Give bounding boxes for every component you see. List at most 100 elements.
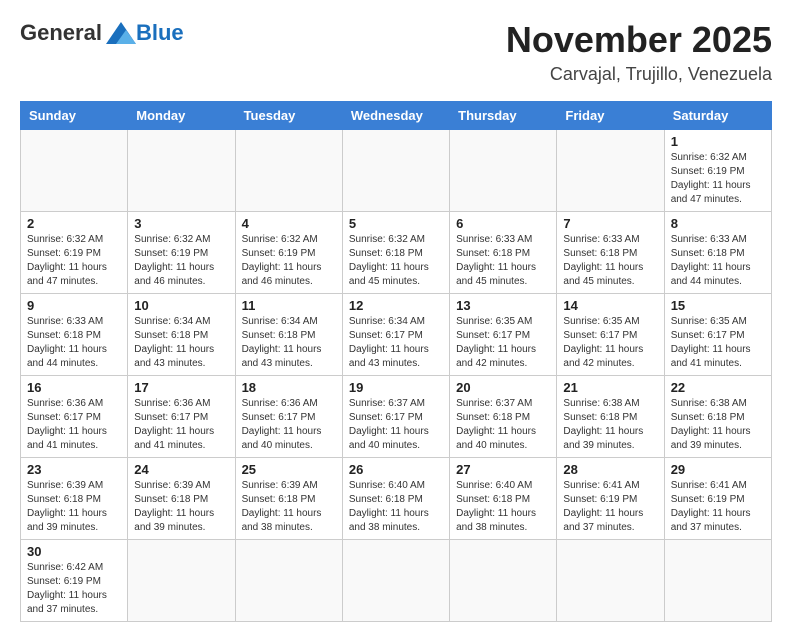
- calendar-cell: [128, 129, 235, 211]
- logo-blue-text: Blue: [136, 20, 184, 46]
- calendar-cell: 2Sunrise: 6:32 AM Sunset: 6:19 PM Daylig…: [21, 211, 128, 293]
- calendar-row-0: 1 Sunrise: 6:32 AM Sunset: 6:19 PM Daylig…: [21, 129, 772, 211]
- day-info: Sunrise: 6:39 AM Sunset: 6:18 PM Dayligh…: [27, 479, 121, 535]
- calendar-cell: 9Sunrise: 6:33 AM Sunset: 6:18 PM Daylig…: [21, 293, 128, 375]
- title-area: November 2025 Carvajal, Trujillo, Venezu…: [506, 20, 772, 85]
- day-info: Sunrise: 6:32 AM Sunset: 6:19 PM Dayligh…: [27, 233, 121, 289]
- day-number: 17: [134, 380, 228, 395]
- header-saturday: Saturday: [664, 101, 771, 129]
- day-info: Sunrise: 6:32 AM Sunset: 6:19 PM Dayligh…: [242, 233, 336, 289]
- day-number: 8: [671, 216, 765, 231]
- day-info: Sunrise: 6:36 AM Sunset: 6:17 PM Dayligh…: [27, 397, 121, 453]
- calendar-cell: 17 Sunrise: 6:36 AM Sunset: 6:17 PM Dayli…: [128, 375, 235, 457]
- calendar-cell: 22 Sunrise: 6:38 AM Sunset: 6:18 PM Dayli…: [664, 375, 771, 457]
- logo: General Blue: [20, 20, 184, 46]
- calendar-cell: 5Sunrise: 6:32 AM Sunset: 6:18 PM Daylig…: [342, 211, 449, 293]
- calendar-cell: 6Sunrise: 6:33 AM Sunset: 6:18 PM Daylig…: [450, 211, 557, 293]
- logo-general-text: General: [20, 20, 102, 46]
- day-number: 18: [242, 380, 336, 395]
- calendar-cell: 4 Sunrise: 6:32 AM Sunset: 6:19 PM Daylig…: [235, 211, 342, 293]
- day-info: Sunrise: 6:35 AM Sunset: 6:17 PM Dayligh…: [456, 315, 550, 371]
- header-thursday: Thursday: [450, 101, 557, 129]
- day-number: 11: [242, 298, 336, 313]
- day-number: 3: [134, 216, 228, 231]
- day-number: 7: [563, 216, 657, 231]
- day-number: 14: [563, 298, 657, 313]
- calendar-cell: 15 Sunrise: 6:35 AM Sunset: 6:17 PM Dayli…: [664, 293, 771, 375]
- header-tuesday: Tuesday: [235, 101, 342, 129]
- calendar-cell: 16 Sunrise: 6:36 AM Sunset: 6:17 PM Dayli…: [21, 375, 128, 457]
- day-info: Sunrise: 6:38 AM Sunset: 6:18 PM Dayligh…: [563, 397, 657, 453]
- calendar-row-4: 23 Sunrise: 6:39 AM Sunset: 6:18 PM Dayli…: [21, 457, 772, 539]
- day-info: Sunrise: 6:40 AM Sunset: 6:18 PM Dayligh…: [349, 479, 443, 535]
- day-info: Sunrise: 6:38 AM Sunset: 6:18 PM Dayligh…: [671, 397, 765, 453]
- day-info: Sunrise: 6:37 AM Sunset: 6:17 PM Dayligh…: [349, 397, 443, 453]
- day-number: 26: [349, 462, 443, 477]
- day-number: 29: [671, 462, 765, 477]
- day-info: Sunrise: 6:42 AM Sunset: 6:19 PM Dayligh…: [27, 561, 121, 617]
- day-number: 24: [134, 462, 228, 477]
- day-number: 12: [349, 298, 443, 313]
- day-info: Sunrise: 6:32 AM Sunset: 6:19 PM Dayligh…: [671, 151, 765, 207]
- day-info: Sunrise: 6:40 AM Sunset: 6:18 PM Dayligh…: [456, 479, 550, 535]
- calendar-table: Sunday Monday Tuesday Wednesday Thursday…: [20, 101, 772, 622]
- day-info: Sunrise: 6:39 AM Sunset: 6:18 PM Dayligh…: [134, 479, 228, 535]
- day-number: 1: [671, 134, 765, 149]
- weekday-header-row: Sunday Monday Tuesday Wednesday Thursday…: [21, 101, 772, 129]
- calendar-cell: 19 Sunrise: 6:37 AM Sunset: 6:17 PM Dayli…: [342, 375, 449, 457]
- day-number: 27: [456, 462, 550, 477]
- day-info: Sunrise: 6:32 AM Sunset: 6:18 PM Dayligh…: [349, 233, 443, 289]
- logo-area: General Blue: [20, 20, 184, 46]
- calendar-cell: 3 Sunrise: 6:32 AM Sunset: 6:19 PM Daylig…: [128, 211, 235, 293]
- day-number: 22: [671, 380, 765, 395]
- day-info: Sunrise: 6:35 AM Sunset: 6:17 PM Dayligh…: [671, 315, 765, 371]
- day-number: 15: [671, 298, 765, 313]
- calendar-cell: 20Sunrise: 6:37 AM Sunset: 6:18 PM Dayli…: [450, 375, 557, 457]
- header-wednesday: Wednesday: [342, 101, 449, 129]
- calendar-cell: 10Sunrise: 6:34 AM Sunset: 6:18 PM Dayli…: [128, 293, 235, 375]
- calendar-cell: 26 Sunrise: 6:40 AM Sunset: 6:18 PM Dayli…: [342, 457, 449, 539]
- day-number: 16: [27, 380, 121, 395]
- calendar-cell: [21, 129, 128, 211]
- calendar-cell: 28Sunrise: 6:41 AM Sunset: 6:19 PM Dayli…: [557, 457, 664, 539]
- calendar-row-5: 30 Sunrise: 6:42 AM Sunset: 6:19 PM Dayli…: [21, 539, 772, 621]
- calendar-cell: [557, 539, 664, 621]
- calendar-cell: [557, 129, 664, 211]
- location-title: Carvajal, Trujillo, Venezuela: [506, 64, 772, 85]
- calendar-cell: [128, 539, 235, 621]
- day-info: Sunrise: 6:39 AM Sunset: 6:18 PM Dayligh…: [242, 479, 336, 535]
- day-info: Sunrise: 6:34 AM Sunset: 6:17 PM Dayligh…: [349, 315, 443, 371]
- day-info: Sunrise: 6:33 AM Sunset: 6:18 PM Dayligh…: [671, 233, 765, 289]
- day-number: 30: [27, 544, 121, 559]
- calendar-cell: 12 Sunrise: 6:34 AM Sunset: 6:17 PM Dayli…: [342, 293, 449, 375]
- calendar-cell: 14 Sunrise: 6:35 AM Sunset: 6:17 PM Dayli…: [557, 293, 664, 375]
- calendar-cell: [342, 129, 449, 211]
- calendar-cell: [664, 539, 771, 621]
- day-info: Sunrise: 6:36 AM Sunset: 6:17 PM Dayligh…: [134, 397, 228, 453]
- calendar-row-2: 9Sunrise: 6:33 AM Sunset: 6:18 PM Daylig…: [21, 293, 772, 375]
- calendar-cell: 7Sunrise: 6:33 AM Sunset: 6:18 PM Daylig…: [557, 211, 664, 293]
- calendar-cell: 11Sunrise: 6:34 AM Sunset: 6:18 PM Dayli…: [235, 293, 342, 375]
- day-number: 25: [242, 462, 336, 477]
- calendar-cell: 21 Sunrise: 6:38 AM Sunset: 6:18 PM Dayli…: [557, 375, 664, 457]
- day-number: 4: [242, 216, 336, 231]
- calendar-cell: 1 Sunrise: 6:32 AM Sunset: 6:19 PM Daylig…: [664, 129, 771, 211]
- calendar-row-3: 16 Sunrise: 6:36 AM Sunset: 6:17 PM Dayli…: [21, 375, 772, 457]
- calendar-cell: 8 Sunrise: 6:33 AM Sunset: 6:18 PM Daylig…: [664, 211, 771, 293]
- day-info: Sunrise: 6:36 AM Sunset: 6:17 PM Dayligh…: [242, 397, 336, 453]
- calendar-cell: 27 Sunrise: 6:40 AM Sunset: 6:18 PM Dayli…: [450, 457, 557, 539]
- day-info: Sunrise: 6:32 AM Sunset: 6:19 PM Dayligh…: [134, 233, 228, 289]
- day-number: 23: [27, 462, 121, 477]
- day-info: Sunrise: 6:35 AM Sunset: 6:17 PM Dayligh…: [563, 315, 657, 371]
- day-info: Sunrise: 6:33 AM Sunset: 6:18 PM Dayligh…: [27, 315, 121, 371]
- day-number: 6: [456, 216, 550, 231]
- calendar-cell: 25 Sunrise: 6:39 AM Sunset: 6:18 PM Dayli…: [235, 457, 342, 539]
- day-number: 19: [349, 380, 443, 395]
- day-number: 10: [134, 298, 228, 313]
- day-info: Sunrise: 6:41 AM Sunset: 6:19 PM Dayligh…: [671, 479, 765, 535]
- day-number: 21: [563, 380, 657, 395]
- calendar-cell: [235, 539, 342, 621]
- day-info: Sunrise: 6:41 AM Sunset: 6:19 PM Dayligh…: [563, 479, 657, 535]
- calendar-cell: 24 Sunrise: 6:39 AM Sunset: 6:18 PM Dayli…: [128, 457, 235, 539]
- page-header: General Blue November 2025 Carvajal, Tru…: [20, 20, 772, 85]
